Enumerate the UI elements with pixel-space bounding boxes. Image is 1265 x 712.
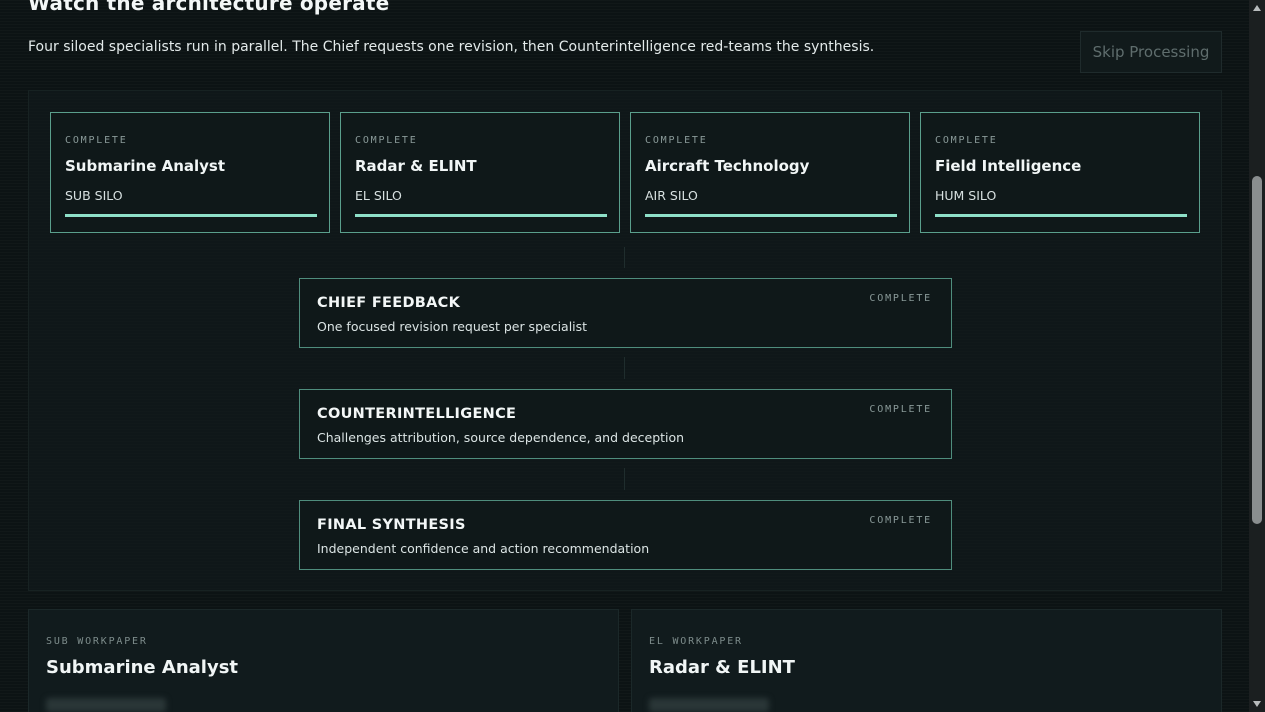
workpaper-title: Radar & ELINT (649, 657, 795, 678)
specialist-silo: AIR SILO (645, 188, 698, 203)
stage-description: Challenges attribution, source dependenc… (317, 430, 685, 445)
specialist-status: COMPLETE (65, 135, 128, 146)
stage-status: COMPLETE (869, 293, 932, 304)
progress-fill (355, 214, 607, 217)
stage-title: CHIEF FEEDBACK (317, 295, 461, 311)
workpaper-title: Submarine Analyst (46, 657, 239, 678)
specialist-progress-bar (65, 214, 317, 217)
specialist-silo: SUB SILO (65, 188, 123, 203)
page-scrollbar[interactable] (1249, 0, 1265, 712)
flow-connector (624, 357, 625, 379)
specialist-card-field[interactable]: COMPLETE Field Intelligence HUM SILO (920, 112, 1200, 233)
workpaper-sub[interactable]: SUB WORKPAPER Submarine Analyst (28, 609, 619, 712)
stage-status: COMPLETE (869, 515, 932, 526)
progress-fill (645, 214, 897, 217)
triangle-up-icon[interactable] (1253, 5, 1261, 11)
specialist-name: Radar & ELINT (355, 157, 477, 175)
progress-fill (65, 214, 317, 217)
workpaper-el[interactable]: EL WORKPAPER Radar & ELINT (631, 609, 1222, 712)
specialist-progress-bar (355, 214, 607, 217)
stage-description: Independent confidence and action recomm… (317, 541, 650, 556)
triangle-down-icon[interactable] (1253, 701, 1261, 707)
specialist-card-radar[interactable]: COMPLETE Radar & ELINT EL SILO (340, 112, 620, 233)
specialist-silo: HUM SILO (935, 188, 997, 203)
stage-card-chief-feedback[interactable]: CHIEF FEEDBACK One focused revision requ… (299, 278, 952, 348)
stage-card-final-synthesis[interactable]: FINAL SYNTHESIS Independent confidence a… (299, 500, 952, 570)
specialist-progress-bar (645, 214, 897, 217)
specialist-status: COMPLETE (355, 135, 418, 146)
page-subtitle: Four siloed specialists run in parallel.… (28, 39, 875, 55)
page-title: Watch the architecture operate (28, 0, 390, 15)
stage-description: One focused revision request per special… (317, 319, 588, 334)
flow-connector (624, 468, 625, 490)
stage-status: COMPLETE (869, 404, 932, 415)
workpaper-label: SUB WORKPAPER (46, 636, 148, 647)
workpaper-blurred-text (46, 698, 166, 712)
specialist-name: Aircraft Technology (645, 157, 810, 175)
scrollbar-thumb[interactable] (1252, 176, 1262, 524)
workpaper-blurred-text (649, 698, 769, 712)
specialist-silo: EL SILO (355, 188, 402, 203)
specialist-status: COMPLETE (645, 135, 708, 146)
skip-processing-button[interactable]: Skip Processing (1080, 31, 1222, 73)
specialist-card-aircraft[interactable]: COMPLETE Aircraft Technology AIR SILO (630, 112, 910, 233)
stage-card-counterintelligence[interactable]: COUNTERINTELLIGENCE Challenges attributi… (299, 389, 952, 459)
flow-connector (624, 247, 625, 268)
specialist-name: Submarine Analyst (65, 157, 226, 175)
progress-fill (935, 214, 1187, 217)
specialist-name: Field Intelligence (935, 157, 1082, 175)
specialist-progress-bar (935, 214, 1187, 217)
specialist-status: COMPLETE (935, 135, 998, 146)
specialist-card-submarine[interactable]: COMPLETE Submarine Analyst SUB SILO (50, 112, 330, 233)
stage-title: FINAL SYNTHESIS (317, 517, 466, 533)
workpaper-label: EL WORKPAPER (649, 636, 743, 647)
stage-title: COUNTERINTELLIGENCE (317, 406, 517, 422)
